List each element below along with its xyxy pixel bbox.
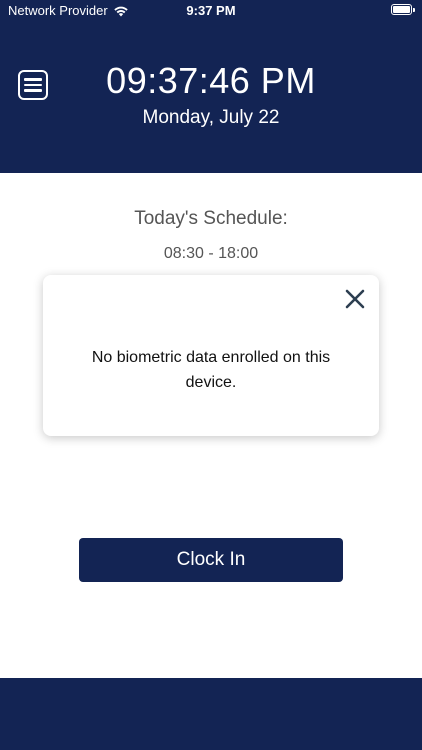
battery-icon	[391, 4, 415, 15]
status-time: 9:37 PM	[186, 3, 236, 18]
status-right	[391, 4, 415, 15]
status-bar: Network Provider 9:37 PM	[0, 0, 422, 22]
dialog-message: No biometric data enrolled on this devic…	[91, 349, 331, 391]
current-time: 09:37:46 PM	[106, 60, 316, 101]
current-date: Monday, July 22	[142, 107, 280, 128]
battery-fill	[393, 6, 410, 13]
biometric-dialog: No biometric data enrolled on this devic…	[43, 275, 379, 436]
schedule-hours: 08:30 - 18:00	[163, 245, 259, 262]
schedule-title: Today's Schedule:	[134, 208, 288, 229]
close-icon[interactable]	[343, 287, 367, 311]
battery-cap	[413, 8, 415, 12]
clock-in-button[interactable]: Clock In	[79, 538, 343, 582]
app-screen: Network Provider 9:37 PM 09:37:46 PM Mon…	[0, 0, 422, 750]
close-x-glyph	[345, 289, 365, 309]
